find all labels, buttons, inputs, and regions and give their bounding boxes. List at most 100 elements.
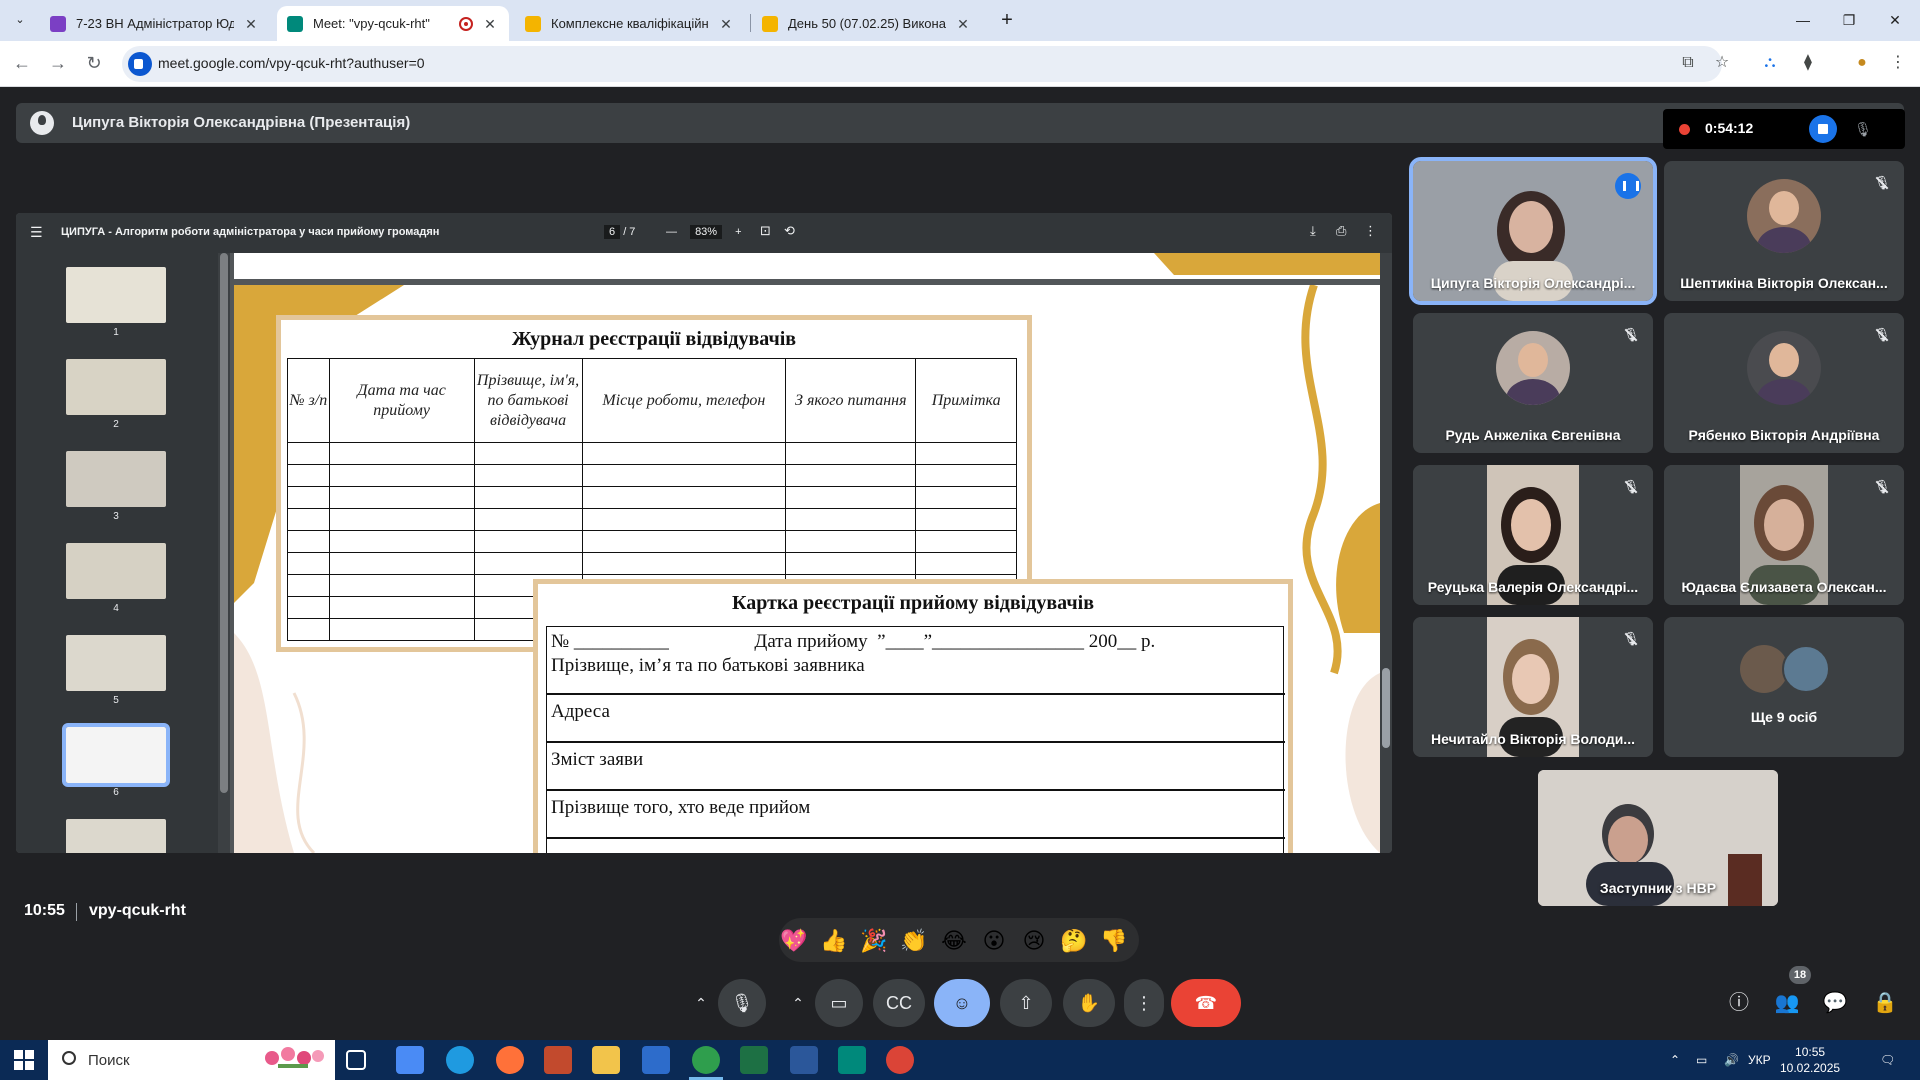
audio-options-icon[interactable]: ⌃: [687, 987, 715, 1019]
tab-search-button[interactable]: ⌄: [8, 8, 32, 32]
reactions-button[interactable]: ☺: [934, 979, 990, 1027]
participant-tile[interactable]: 🎙 Шептикіна Вікторія Олексан...: [1664, 161, 1904, 301]
page-scrollbar[interactable]: [1380, 253, 1392, 853]
close-tab-icon[interactable]: ✕: [717, 15, 735, 33]
meeting-info-icon[interactable]: ⓘ: [1723, 987, 1755, 1019]
thumbnail-scrollbar[interactable]: [218, 253, 230, 853]
print-icon[interactable]: ⎙: [1336, 223, 1346, 239]
bookmark-star-icon[interactable]: ☆: [1710, 51, 1734, 75]
reaction-thumbs-up-button[interactable]: 👍: [819, 926, 849, 956]
mic-off-icon[interactable]: 🎙: [1851, 117, 1875, 141]
browser-toolbar: ← → ↻ meet.google.com/vpy-qcuk-rht?authu…: [0, 41, 1920, 87]
host-controls-icon[interactable]: 🔒: [1869, 987, 1901, 1019]
thumbnail-page[interactable]: [66, 267, 166, 323]
participant-tile[interactable]: 🎙 Рудь Анжеліка Євгенівна: [1413, 313, 1653, 453]
profile-avatar-icon[interactable]: ●: [1850, 51, 1874, 75]
forward-button[interactable]: →: [46, 51, 70, 75]
thumbnail-page[interactable]: [66, 543, 166, 599]
pdf-more-icon[interactable]: ⋮: [1364, 223, 1377, 239]
firefox-icon[interactable]: [496, 1046, 524, 1074]
leave-call-button[interactable]: ☎: [1171, 979, 1241, 1027]
thumbnail-page[interactable]: [66, 451, 166, 507]
excel-icon[interactable]: [740, 1046, 768, 1074]
app-icon[interactable]: [544, 1046, 572, 1074]
extensions-icon[interactable]: ⧫: [1796, 51, 1820, 75]
chrome-profile-icon[interactable]: [886, 1046, 914, 1074]
close-window-button[interactable]: ✕: [1883, 8, 1907, 32]
captions-button[interactable]: CC: [873, 979, 925, 1027]
volume-icon[interactable]: 🔊: [1724, 1040, 1739, 1080]
thumbnail-page[interactable]: [66, 359, 166, 415]
people-icon[interactable]: 👥: [1771, 987, 1803, 1019]
participant-name: Реуцька Валерія Олександрі...: [1427, 579, 1639, 595]
zoom-out-icon[interactable]: —: [666, 226, 677, 238]
minimize-button[interactable]: —: [1791, 8, 1815, 32]
reaction-thumbs-down-button[interactable]: 👎: [1099, 926, 1129, 956]
network-icon[interactable]: ▭: [1696, 1040, 1707, 1080]
reaction-sad-button[interactable]: 😢: [1019, 926, 1049, 956]
tab-qualification[interactable]: Комплексне кваліфікаційне за ✕: [515, 6, 745, 41]
raise-hand-button[interactable]: ✋: [1063, 979, 1115, 1027]
video-options-icon[interactable]: ⌃: [784, 987, 812, 1019]
thumbnail-page[interactable]: [66, 819, 166, 853]
more-options-button[interactable]: ⋮: [1124, 979, 1164, 1027]
back-button[interactable]: ←: [10, 51, 34, 75]
close-tab-icon[interactable]: ✕: [954, 15, 972, 33]
reaction-clap-button[interactable]: 👏: [899, 926, 929, 956]
url-text[interactable]: meet.google.com/vpy-qcuk-rht?authuser=0: [158, 55, 425, 71]
site-info-icon[interactable]: [128, 52, 152, 76]
pdf-menu-icon[interactable]: ☰: [30, 224, 43, 241]
new-tab-button[interactable]: +: [995, 9, 1019, 32]
translate-icon[interactable]: ⛬: [1758, 51, 1782, 75]
restore-button[interactable]: ❐: [1837, 8, 1861, 32]
reaction-party-button[interactable]: 🎉: [859, 926, 889, 956]
rotate-icon[interactable]: ⟲: [784, 223, 795, 239]
thumbnail-page[interactable]: [66, 635, 166, 691]
reaction-thinking-button[interactable]: 🤔: [1059, 926, 1089, 956]
open-in-window-icon[interactable]: ⧉: [1676, 51, 1700, 75]
self-view-tile[interactable]: Заступник з НВР: [1538, 770, 1778, 906]
meet-app-icon[interactable]: [838, 1046, 866, 1074]
store-icon[interactable]: [642, 1046, 670, 1074]
reload-button[interactable]: ↻: [82, 51, 106, 75]
tray-overflow-icon[interactable]: ⌃: [1670, 1040, 1680, 1080]
taskbar-search-box[interactable]: Поиск: [48, 1040, 335, 1080]
word-icon[interactable]: [790, 1046, 818, 1074]
close-tab-icon[interactable]: ✕: [242, 15, 260, 33]
mic-button[interactable]: 🎙: [718, 979, 766, 1027]
browser-menu-icon[interactable]: ⋮: [1886, 51, 1910, 75]
chat-icon[interactable]: 💬: [1819, 987, 1851, 1019]
reaction-heart-button[interactable]: 💖: [779, 926, 809, 956]
taskbar-clock[interactable]: 10:55 10.02.2025: [1780, 1044, 1840, 1076]
present-button[interactable]: ⇧: [1000, 979, 1052, 1027]
stop-recording-button[interactable]: [1809, 115, 1837, 143]
participant-tile[interactable]: Ципуга Вікторія Олександрі...: [1409, 157, 1657, 305]
reaction-laugh-button[interactable]: 😂: [939, 926, 969, 956]
participant-tile[interactable]: 🎙 Рябенко Вікторія Андріївна: [1664, 313, 1904, 453]
participant-tile[interactable]: 🎙 Реуцька Валерія Олександрі...: [1413, 465, 1653, 605]
zoom-in-icon[interactable]: +: [735, 226, 741, 238]
language-indicator[interactable]: УКР: [1748, 1040, 1771, 1080]
fit-page-icon[interactable]: ⊡: [760, 223, 771, 239]
tab-meet[interactable]: Meet: "vpy-qcuk-rht" ✕: [277, 6, 509, 41]
tab-day50[interactable]: День 50 (07.02.25) Виконання ✕: [752, 6, 982, 41]
thumbnail-page-selected[interactable]: [62, 723, 170, 787]
download-icon[interactable]: ⤓: [1310, 223, 1316, 239]
windows-start-button[interactable]: [14, 1050, 34, 1070]
reaction-surprised-button[interactable]: 😮: [979, 926, 1009, 956]
notifications-icon[interactable]: 🗨: [1880, 1040, 1895, 1080]
tab-admin[interactable]: 7-23 ВН Адміністратор Юдає ✕: [40, 6, 270, 41]
edge-icon[interactable]: [446, 1046, 474, 1074]
address-bar[interactable]: meet.google.com/vpy-qcuk-rht?authuser=0: [122, 46, 1722, 82]
close-tab-icon[interactable]: ✕: [481, 15, 499, 33]
pdf-page-input[interactable]: 6: [604, 225, 621, 239]
zoom-value[interactable]: 83%: [690, 225, 723, 239]
chrome-icon[interactable]: [692, 1046, 720, 1074]
copilot-icon[interactable]: [396, 1046, 424, 1074]
participant-tile[interactable]: 🎙 Юдаєва Єлизавета Олексан...: [1664, 465, 1904, 605]
participant-tile[interactable]: 🎙 Нечитайло Вікторія Володи...: [1413, 617, 1653, 757]
camera-button[interactable]: ▭: [815, 979, 863, 1027]
file-explorer-icon[interactable]: [592, 1046, 620, 1074]
task-view-icon[interactable]: [346, 1050, 366, 1070]
more-participants-tile[interactable]: Ще 9 осіб: [1664, 617, 1904, 757]
